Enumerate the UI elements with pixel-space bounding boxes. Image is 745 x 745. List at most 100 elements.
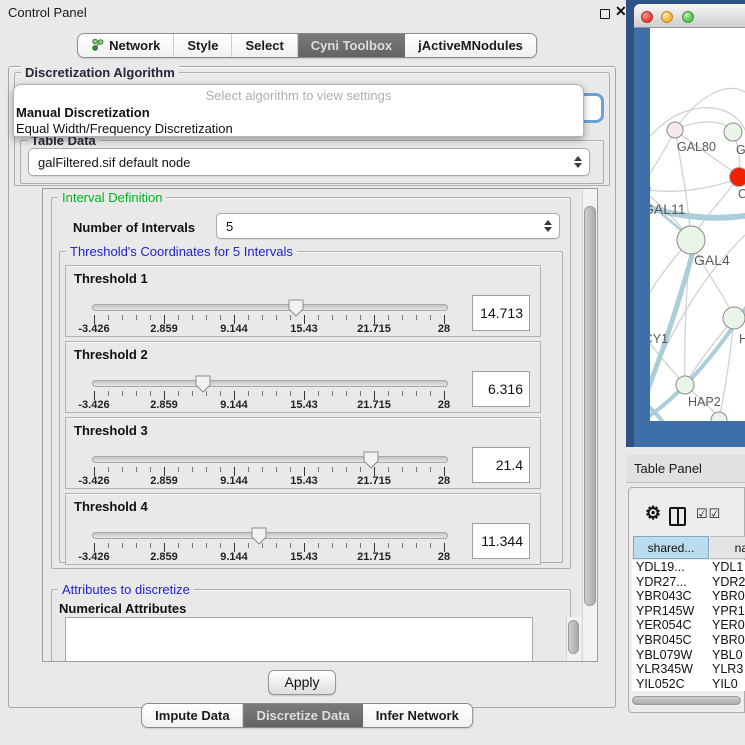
checkbox-filter-icons[interactable]: ☑☑ <box>696 506 721 522</box>
threshold-panel: Threshold 2 -3.426 2.859 9.144 15.43 21.… <box>65 341 541 413</box>
cell-name: YPR1 <box>706 604 745 619</box>
table-row[interactable]: YBL079W YBL0 <box>632 648 745 663</box>
network-graph[interactable]: GAL80 GA C GAL11 GAL4 GCY1 H HAP2 <box>650 28 745 421</box>
tab-style[interactable]: Style <box>174 34 232 57</box>
settings-scroll-panel: Interval Definition Number of Intervals … <box>42 188 598 662</box>
cell-name: YBR0 <box>706 589 745 604</box>
attribute-item[interactable] <box>66 618 532 634</box>
node-hap2 <box>676 376 694 394</box>
table-row[interactable]: YIL052C YIL0 <box>632 677 745 691</box>
tick-label: -3.426 <box>64 551 124 563</box>
threshold-value-field[interactable]: 21.4 <box>472 447 530 483</box>
threshold-value-field[interactable]: 14.713 <box>472 295 530 331</box>
cell-shared-name: YBR045C <box>632 633 706 648</box>
gear-icon[interactable]: ⚙ <box>645 503 661 524</box>
threshold-label: Threshold 1 <box>74 271 148 286</box>
tab-discretize-data[interactable]: Discretize Data <box>244 704 363 727</box>
num-intervals-select[interactable]: 5 <box>216 213 560 239</box>
node-gal80 <box>667 122 683 138</box>
tab-label: jActiveMNodules <box>418 38 523 53</box>
threshold-panel: Threshold 1 -3.426 2.859 9.144 15.43 21.… <box>65 265 541 337</box>
table-row[interactable]: YBR045C YBR0 <box>632 633 745 648</box>
tab-label: Network <box>109 38 160 53</box>
apply-button[interactable]: Apply <box>268 670 336 695</box>
node-red-selected <box>730 168 745 187</box>
attribute-item[interactable] <box>66 650 532 662</box>
slider-handle[interactable] <box>363 451 379 469</box>
column-layout-icon[interactable] <box>669 507 686 526</box>
cell-name: YDR2 <box>706 575 745 590</box>
cell-name: YLR3 <box>706 662 745 677</box>
settings-scrollbar-thumb[interactable] <box>584 206 596 606</box>
cell-name: YER0 <box>706 618 745 633</box>
column-header-name[interactable]: na <box>710 536 745 559</box>
tab-network[interactable]: Network <box>78 34 174 57</box>
column-header-shared-name[interactable]: shared... <box>633 536 709 559</box>
tick-label: 21.715 <box>344 399 404 411</box>
table-panel-title: Table Panel <box>626 455 745 483</box>
table-row[interactable]: YDR27... YDR2 <box>632 575 745 590</box>
table-row[interactable]: YLR345W YLR3 <box>632 662 745 677</box>
tab-cyni-toolbox[interactable]: Cyni Toolbox <box>298 34 405 57</box>
threshold-value-field[interactable]: 11.344 <box>472 523 530 559</box>
node-label: C <box>738 187 745 201</box>
table-body[interactable]: YDL19... YDL1 YDR27... YDR2 YBR043C YBR0… <box>632 560 745 691</box>
tick-label: -3.426 <box>64 399 124 411</box>
threshold-label: Threshold 3 <box>74 423 148 438</box>
group-title: Attributes to discretize <box>58 582 194 597</box>
slider-track[interactable] <box>92 380 448 387</box>
slider-track[interactable] <box>92 456 448 463</box>
tab-impute-data[interactable]: Impute Data <box>142 704 243 727</box>
tick-label: 21.715 <box>344 551 404 563</box>
stepper-arrows-icon <box>574 156 582 168</box>
threshold-value-field[interactable]: 6.316 <box>472 371 530 407</box>
tick-label: 21.715 <box>344 323 404 335</box>
tick-label: 9.144 <box>204 399 264 411</box>
table-row[interactable]: YPR145W YPR1 <box>632 604 745 619</box>
tab-label: Infer Network <box>376 708 459 723</box>
attributes-scrollbar-thumb[interactable] <box>568 620 579 654</box>
dropdown-option-manual[interactable]: Manual Discretization <box>16 105 150 120</box>
table-data-select[interactable]: galFiltered.sif default node <box>28 148 590 176</box>
tab-infer-network[interactable]: Infer Network <box>363 704 472 727</box>
node-label: H <box>739 332 745 346</box>
attributes-list[interactable] <box>65 617 533 662</box>
numerical-attributes-label: Numerical Attributes <box>59 601 186 616</box>
dropdown-prompt: Select algorithm to view settings <box>14 88 583 103</box>
tick-label: 28 <box>414 323 474 335</box>
tick-label: -3.426 <box>64 323 124 335</box>
zoom-traffic-light-icon[interactable] <box>682 11 694 23</box>
tab-jactivemnodules[interactable]: jActiveMNodules <box>405 34 536 57</box>
slider-track[interactable] <box>92 532 448 539</box>
algorithm-dropdown-popup: Select algorithm to view settings Manual… <box>13 84 584 137</box>
slider-handle[interactable] <box>195 375 211 393</box>
bottom-tab-bar: Impute Data Discretize Data Infer Networ… <box>141 703 473 728</box>
slider-handle[interactable] <box>288 299 304 317</box>
tick-label: 28 <box>414 399 474 411</box>
attribute-item[interactable] <box>66 634 532 650</box>
table-row[interactable]: YBR043C YBR0 <box>632 589 745 604</box>
slider-handle[interactable] <box>251 527 267 545</box>
num-intervals-label: Number of Intervals <box>73 220 195 235</box>
tick-label: -3.426 <box>64 475 124 487</box>
node-label: HAP2 <box>688 395 721 409</box>
node-label: GA <box>736 143 745 157</box>
table-hscrollbar-thumb[interactable] <box>632 696 741 705</box>
table-row[interactable]: YER054C YER0 <box>632 618 745 633</box>
cell-name: YIL0 <box>706 677 745 691</box>
threshold-label: Threshold 2 <box>74 347 148 362</box>
cell-shared-name: YLR345W <box>632 662 706 677</box>
group-title: Threshold's Coordinates for 5 Intervals <box>66 244 297 259</box>
close-traffic-light-icon[interactable] <box>641 11 653 23</box>
tab-select[interactable]: Select <box>232 34 297 57</box>
close-icon[interactable]: ✕ <box>615 3 627 20</box>
dropdown-option-equal-width[interactable]: Equal Width/Frequency Discretization <box>16 121 233 136</box>
node-partial-top-right <box>724 123 742 141</box>
group-title: Discretization Algorithm <box>21 65 179 80</box>
node-label: GAL4 <box>694 252 730 268</box>
float-window-icon[interactable] <box>600 9 610 19</box>
table-row[interactable]: YDL19... YDL1 <box>632 560 745 575</box>
minimize-traffic-light-icon[interactable] <box>661 11 673 23</box>
network-graph-icon <box>91 38 104 54</box>
slider-track[interactable] <box>92 304 448 311</box>
